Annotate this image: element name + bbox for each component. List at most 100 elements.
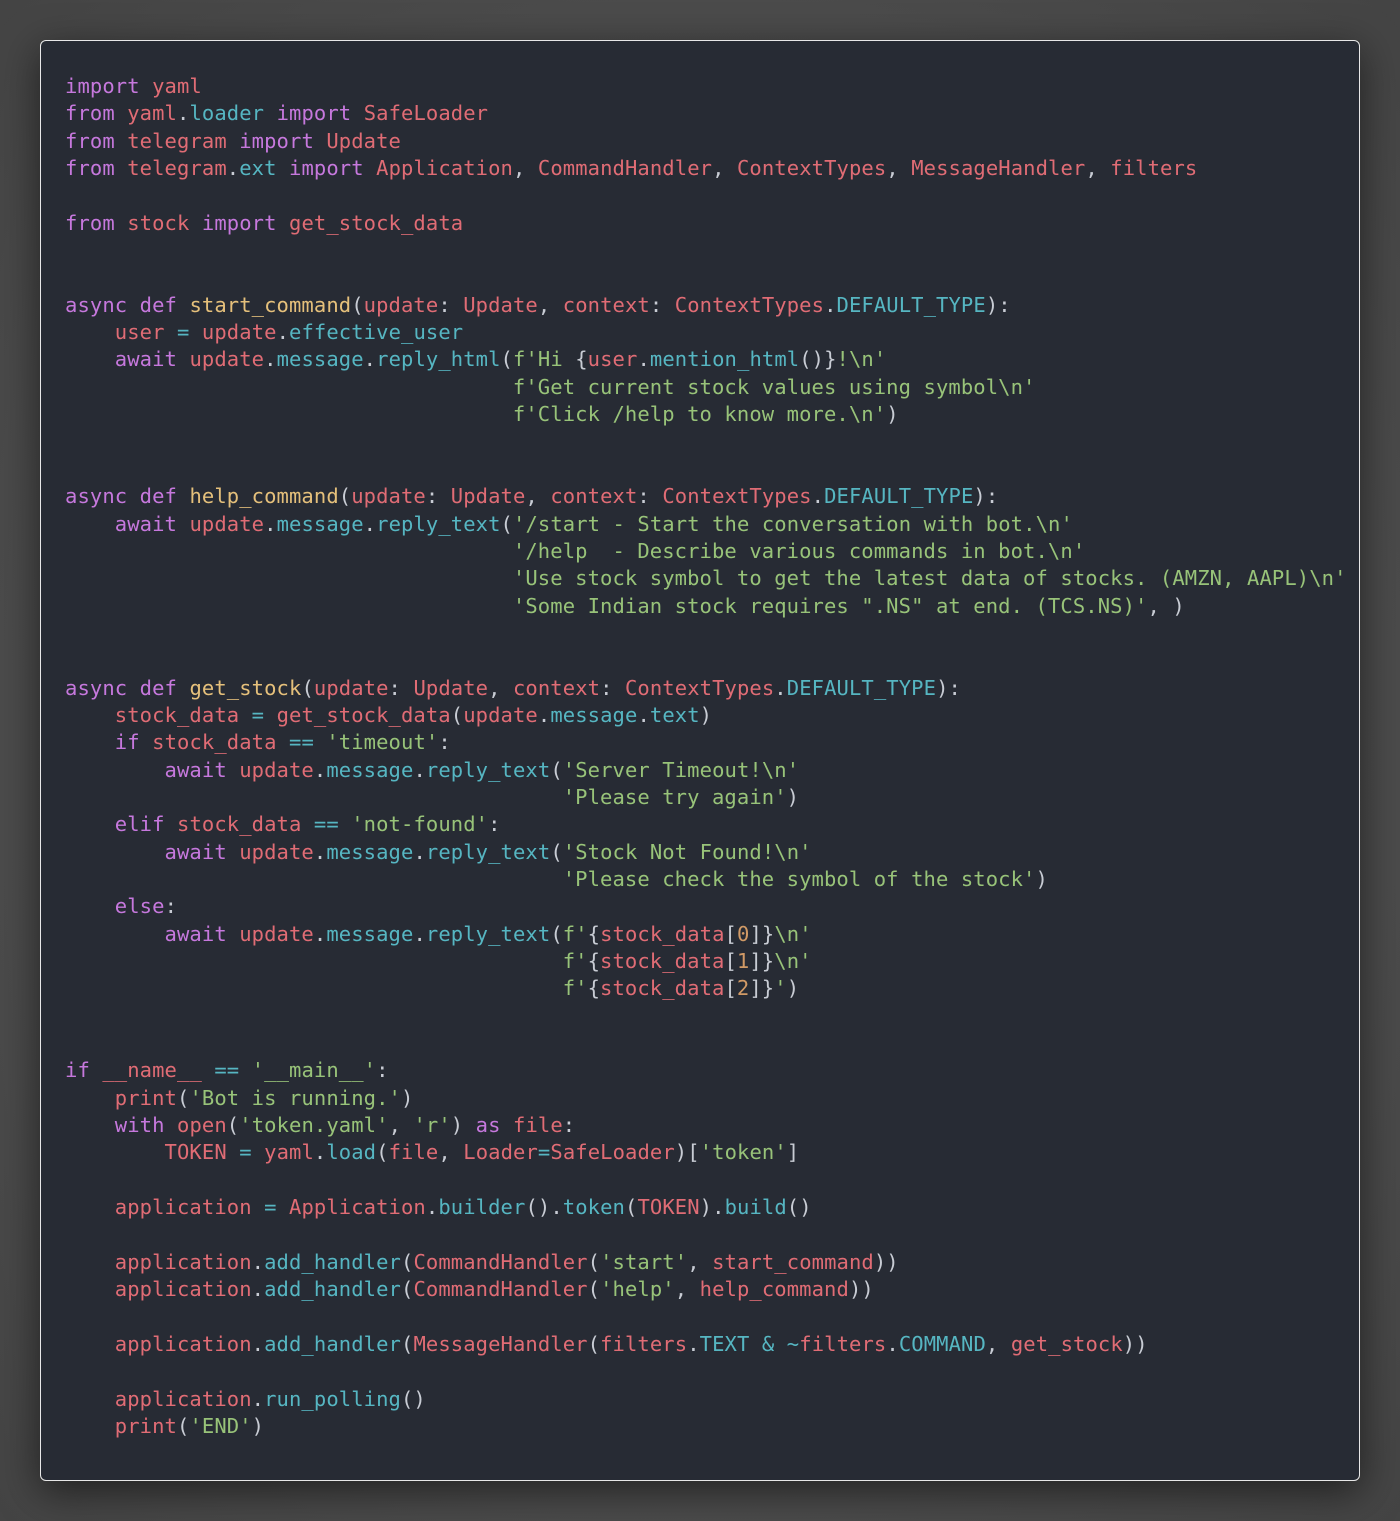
code-line: TOKEN = yaml.load(file, Loader=SafeLoade… [65,1139,1347,1166]
code-name: TOKEN [637,1195,700,1220]
code-punctuation [189,211,201,235]
code-string: f' [562,949,588,973]
code-punctuation: : [438,730,451,755]
code-member: message [276,347,364,372]
code-line: f'{stock_data[2]}') [65,975,1347,1002]
code-line: with open('token.yaml', 'r') as file: [65,1112,1347,1139]
code-member: ext [239,156,277,181]
code-name: update [189,347,265,372]
code-line: print('Bot is running.') [65,1085,1347,1112]
code-punctuation [65,703,115,727]
code-punctuation [127,676,139,700]
code-member: builder [438,1195,526,1220]
code-name: user [114,320,165,345]
code-window: import yaml from yaml.loader import SafeL… [40,40,1360,1481]
code-name: application [114,1386,252,1411]
code-punctuation [339,812,351,836]
code-keyword: import [239,128,314,153]
code-punctuation: : [164,894,178,919]
code-name: application [114,1331,252,1356]
code-string: !\n' [836,347,887,372]
code-keyword: import [289,156,364,181]
code-name: MessageHandler [911,156,1086,181]
code-name: Loader [463,1140,538,1165]
code-keyword: def [139,675,177,700]
code-string: 'END' [189,1413,252,1438]
code-number: 2 [736,976,750,1001]
code-name: update [239,757,314,782]
code-name: CommandHandler [537,156,713,181]
code-name: yaml [264,1140,314,1165]
code-string: 'token.yaml' [239,1113,389,1138]
code-punctuation [115,101,127,125]
code-string: 'help' [600,1277,675,1302]
code-name: start_command [712,1249,874,1274]
code-member: load [326,1140,377,1165]
code-line: ​ [65,428,1347,455]
code-line: ​ [65,1221,1347,1248]
code-line: ​ [65,647,1347,674]
code-punctuation: { [587,949,601,973]
code-name: file [388,1140,439,1165]
code-punctuation: ( [301,675,314,700]
code-keyword: await [114,511,177,536]
code-punctuation: (). [525,1195,563,1220]
code-name: Update [413,675,489,700]
code-name: context [562,292,650,317]
code-member: token [562,1195,625,1220]
code-punctuation: . [774,675,787,700]
code-punctuation: ( [351,292,364,317]
code-line: ​ [65,1030,1347,1057]
code-punctuation: . [637,702,650,727]
code-member: text [649,702,700,727]
code-member: = [239,1140,252,1165]
code-punctuation [65,1414,115,1438]
code-keyword: from [65,210,115,235]
code-line: application = Application.builder().toke… [65,1194,1347,1221]
code-keyword: with [114,1113,165,1138]
code-punctuation [65,1387,115,1411]
code-string: f' [562,976,588,1001]
code-punctuation [351,101,363,125]
code-punctuation: ( [177,1413,190,1438]
code-name: Update [463,292,538,317]
code-member: = [177,320,190,345]
code-punctuation: ( [550,921,563,946]
code-punctuation: ) [1035,866,1048,891]
code-punctuation: , [886,156,912,181]
code-punctuation [140,730,152,754]
code-punctuation [501,1113,513,1137]
code-punctuation: ( [376,1140,389,1165]
code-block[interactable]: import yaml from yaml.loader import SafeL… [65,73,1347,1440]
code-line: application.add_handler(MessageHandler(f… [65,1331,1347,1358]
code-punctuation: , ) [1147,593,1185,618]
code-name: Update [326,128,401,153]
code-name: SafeLoader [550,1140,675,1165]
code-string: 'start' [600,1249,688,1274]
code-name: update [239,839,314,864]
code-function-name: help_command [189,484,339,509]
code-punctuation: [ [724,949,737,973]
code-punctuation: () [400,1386,426,1411]
code-punctuation [65,1086,115,1110]
code-punctuation: . [313,757,327,782]
code-name: context [550,484,638,509]
code-name: update [189,511,265,536]
code-name: telegram [127,128,227,153]
code-punctuation: ( [400,1331,414,1356]
code-punctuation [127,293,139,317]
code-name: Application [376,156,513,181]
code-punctuation: ) [886,402,899,427]
code-member: reply_text [425,921,551,946]
code-line: elif stock_data == 'not-found': [65,811,1347,838]
code-punctuation [202,1058,214,1082]
code-member: reply_text [376,511,501,536]
code-punctuation [65,976,563,1000]
code-punctuation: , [674,1277,700,1302]
code-punctuation: ( [587,1277,601,1302]
code-name: yaml [127,101,178,126]
code-name: stock_data [600,949,725,973]
code-punctuation: ( [550,839,563,864]
code-punctuation: : [425,484,451,509]
code-punctuation: ): [985,292,1011,317]
